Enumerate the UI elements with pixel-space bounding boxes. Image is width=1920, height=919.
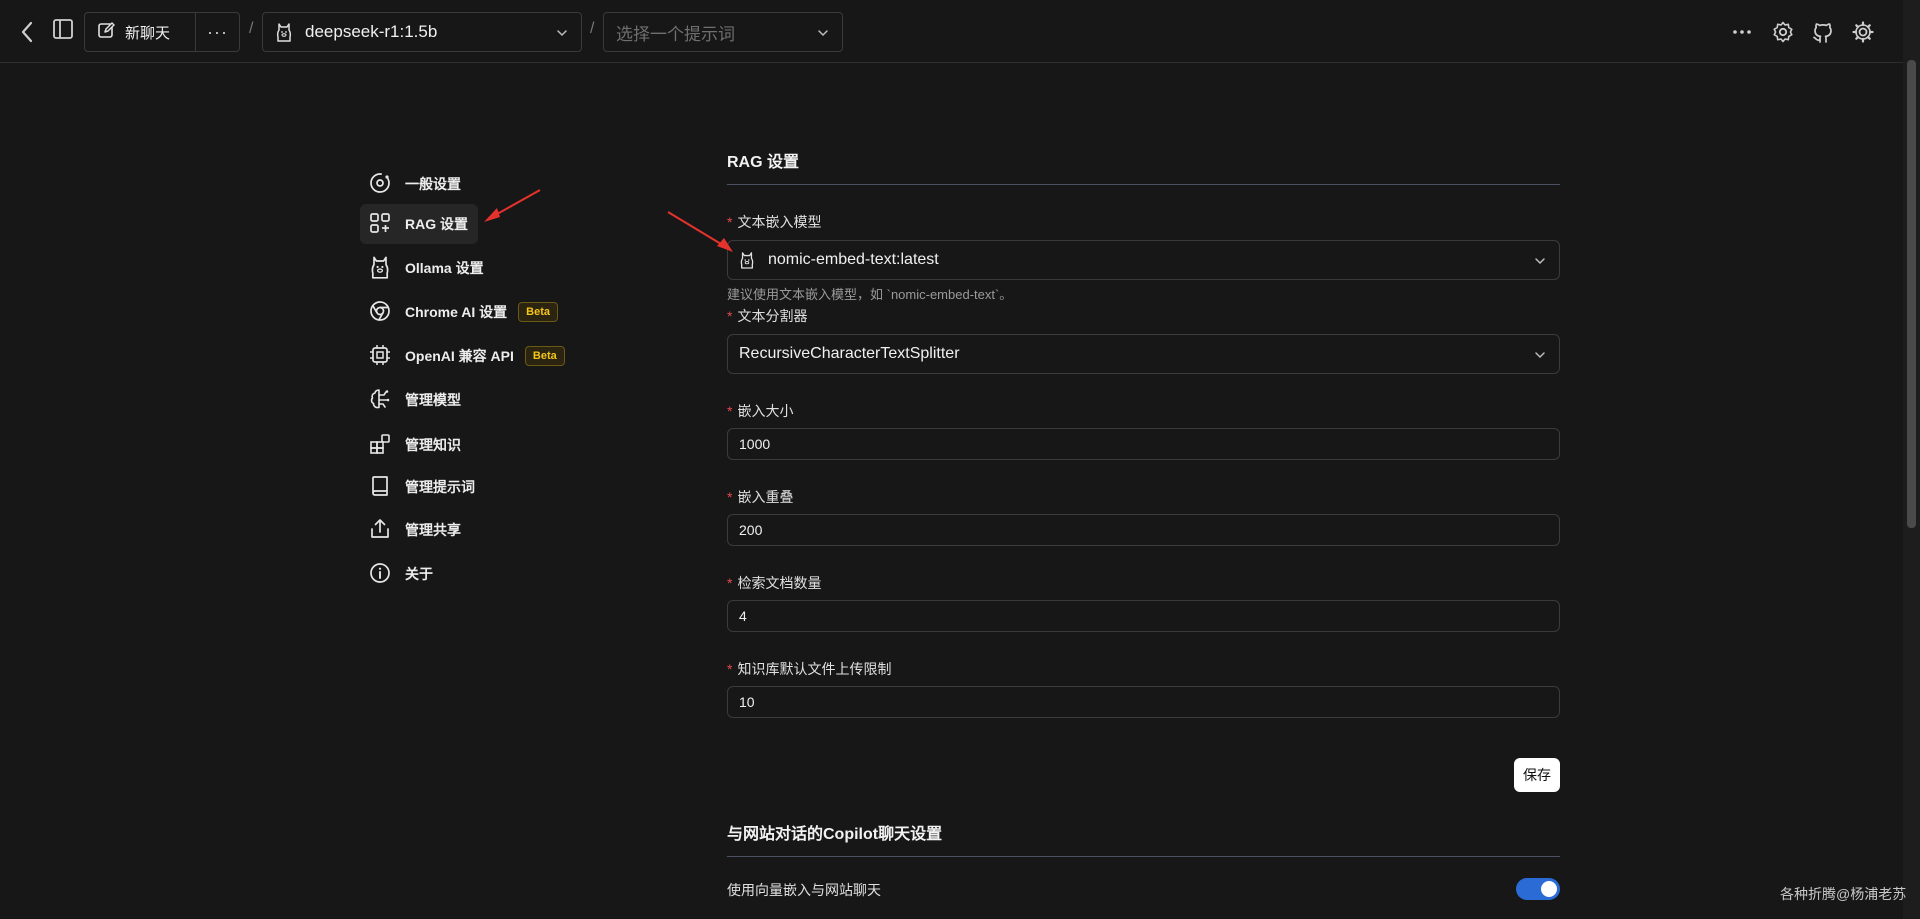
settings-orbit-icon bbox=[368, 171, 392, 198]
back-chevron-icon[interactable] bbox=[18, 20, 38, 44]
edit-icon bbox=[97, 21, 115, 43]
nav-item-label: OpenAI 兼容 API bbox=[405, 348, 514, 364]
scrollbar-thumb[interactable] bbox=[1907, 60, 1916, 528]
section-divider bbox=[727, 856, 1560, 857]
annotation-arrow-to-embedding-select bbox=[667, 211, 733, 252]
nav-item-general[interactable]: 一般设置 bbox=[360, 164, 478, 204]
ollama-icon bbox=[275, 22, 293, 42]
nav-item-label: Chrome AI 设置 bbox=[405, 304, 508, 320]
settings-icon[interactable] bbox=[1851, 20, 1875, 44]
cpu-icon bbox=[368, 343, 392, 370]
nav-item-label: Ollama 设置 bbox=[405, 260, 484, 276]
breadcrumb-separator: / bbox=[249, 20, 254, 37]
annotation-arrow-to-rag-nav bbox=[484, 189, 541, 222]
beta-badge: Beta bbox=[518, 302, 558, 322]
chevron-down-icon bbox=[555, 25, 569, 45]
settings-gear-icon[interactable] bbox=[1771, 20, 1795, 44]
embedding-model-label: * 文本嵌入模型 bbox=[727, 214, 822, 230]
nav-item-manage-models[interactable]: 管理模型 bbox=[360, 380, 478, 420]
chevron-down-icon bbox=[816, 25, 830, 45]
breadcrumb-separator: / bbox=[590, 20, 595, 37]
blocks-icon bbox=[368, 432, 392, 459]
book-icon bbox=[368, 474, 392, 501]
toggle-knob bbox=[1541, 881, 1557, 897]
chrome-icon bbox=[368, 299, 392, 326]
section-title-rag: RAG 设置 bbox=[727, 154, 800, 171]
new-chat-button[interactable]: 新聊天 bbox=[85, 13, 196, 51]
info-icon bbox=[368, 561, 392, 588]
section-title-copilot: 与网站对话的Copilot聊天设置 bbox=[727, 826, 943, 843]
nav-item-manage-prompts[interactable]: 管理提示词 bbox=[360, 467, 478, 507]
more-horizontal-icon[interactable] bbox=[1731, 22, 1753, 42]
nav-item-openai-api[interactable]: OpenAI 兼容 API Beta bbox=[360, 336, 580, 376]
nav-item-manage-sharing[interactable]: 管理共享 bbox=[360, 510, 478, 550]
nav-item-label: RAG 设置 bbox=[405, 216, 468, 232]
embedding-model-select[interactable]: nomic-embed-text:latest bbox=[727, 240, 1560, 280]
rag-icon bbox=[368, 211, 392, 238]
github-icon[interactable] bbox=[1811, 20, 1835, 44]
new-chat-label: 新聊天 bbox=[125, 24, 171, 42]
vector-chat-toggle[interactable] bbox=[1516, 878, 1560, 900]
chunk-size-label: * 嵌入大小 bbox=[727, 403, 794, 419]
chunk-overlap-label: * 嵌入重叠 bbox=[727, 489, 794, 505]
save-button[interactable]: 保存 bbox=[1514, 758, 1560, 792]
chunk-size-input[interactable]: 1000 bbox=[727, 428, 1560, 460]
ollama-icon bbox=[368, 255, 392, 282]
embedding-model-hint: 建议使用文本嵌入模型，如 `nomic-embed-text`。 bbox=[727, 287, 1013, 302]
beta-badge: Beta bbox=[524, 346, 565, 366]
splitter-value: RecursiveCharacterTextSplitter bbox=[739, 345, 960, 362]
nav-item-label: 管理模型 bbox=[405, 392, 461, 408]
splitter-select[interactable]: RecursiveCharacterTextSplitter bbox=[727, 334, 1560, 374]
sidebar-toggle-icon[interactable] bbox=[52, 18, 74, 40]
nav-item-label: 管理知识 bbox=[405, 437, 461, 453]
scrollbar[interactable] bbox=[1903, 0, 1920, 919]
nav-item-label: 关于 bbox=[405, 566, 433, 582]
nav-item-manage-knowledge[interactable]: 管理知识 bbox=[360, 425, 478, 465]
upload-limit-label: * 知识库默认文件上传限制 bbox=[727, 661, 892, 677]
model-select[interactable]: deepseek-r1:1.5b bbox=[262, 12, 582, 52]
new-chat-group: 新聊天 ··· bbox=[84, 12, 240, 52]
top-bar: 新聊天 ··· / deepseek-r1:1.5b / 选择一个提示词 bbox=[0, 0, 1920, 63]
doc-count-label: * 检索文档数量 bbox=[727, 575, 822, 591]
nav-item-rag[interactable]: RAG 设置 bbox=[360, 204, 478, 244]
nav-item-label: 一般设置 bbox=[405, 176, 461, 192]
splitter-label: * 文本分割器 bbox=[727, 308, 808, 324]
nav-item-label: 管理共享 bbox=[405, 522, 461, 538]
upload-limit-input[interactable]: 10 bbox=[727, 686, 1560, 718]
model-select-value: deepseek-r1:1.5b bbox=[305, 22, 438, 41]
watermark: 各种折腾@杨浦老苏 bbox=[1780, 886, 1907, 902]
nav-item-ollama[interactable]: Ollama 设置 bbox=[360, 248, 484, 288]
nav-item-label: 管理提示词 bbox=[405, 479, 475, 495]
section-divider bbox=[727, 184, 1560, 185]
share-icon bbox=[368, 517, 392, 544]
chevron-down-icon bbox=[1533, 348, 1547, 367]
brain-icon bbox=[368, 387, 392, 414]
chevron-down-icon bbox=[1533, 254, 1547, 273]
nav-item-chrome-ai[interactable]: Chrome AI 设置 Beta bbox=[360, 292, 580, 332]
nav-item-about[interactable]: 关于 bbox=[360, 554, 478, 594]
more-button[interactable]: ··· bbox=[196, 13, 239, 51]
vector-chat-label: 使用向量嵌入与网站聊天 bbox=[727, 882, 881, 898]
doc-count-input[interactable]: 4 bbox=[727, 600, 1560, 632]
prompt-select[interactable]: 选择一个提示词 bbox=[603, 12, 843, 52]
ollama-icon bbox=[739, 251, 755, 269]
chunk-overlap-input[interactable]: 200 bbox=[727, 514, 1560, 546]
prompt-select-placeholder: 选择一个提示词 bbox=[616, 24, 735, 44]
more-horizontal-icon: ··· bbox=[207, 21, 228, 42]
embedding-model-value: nomic-embed-text:latest bbox=[768, 251, 939, 268]
